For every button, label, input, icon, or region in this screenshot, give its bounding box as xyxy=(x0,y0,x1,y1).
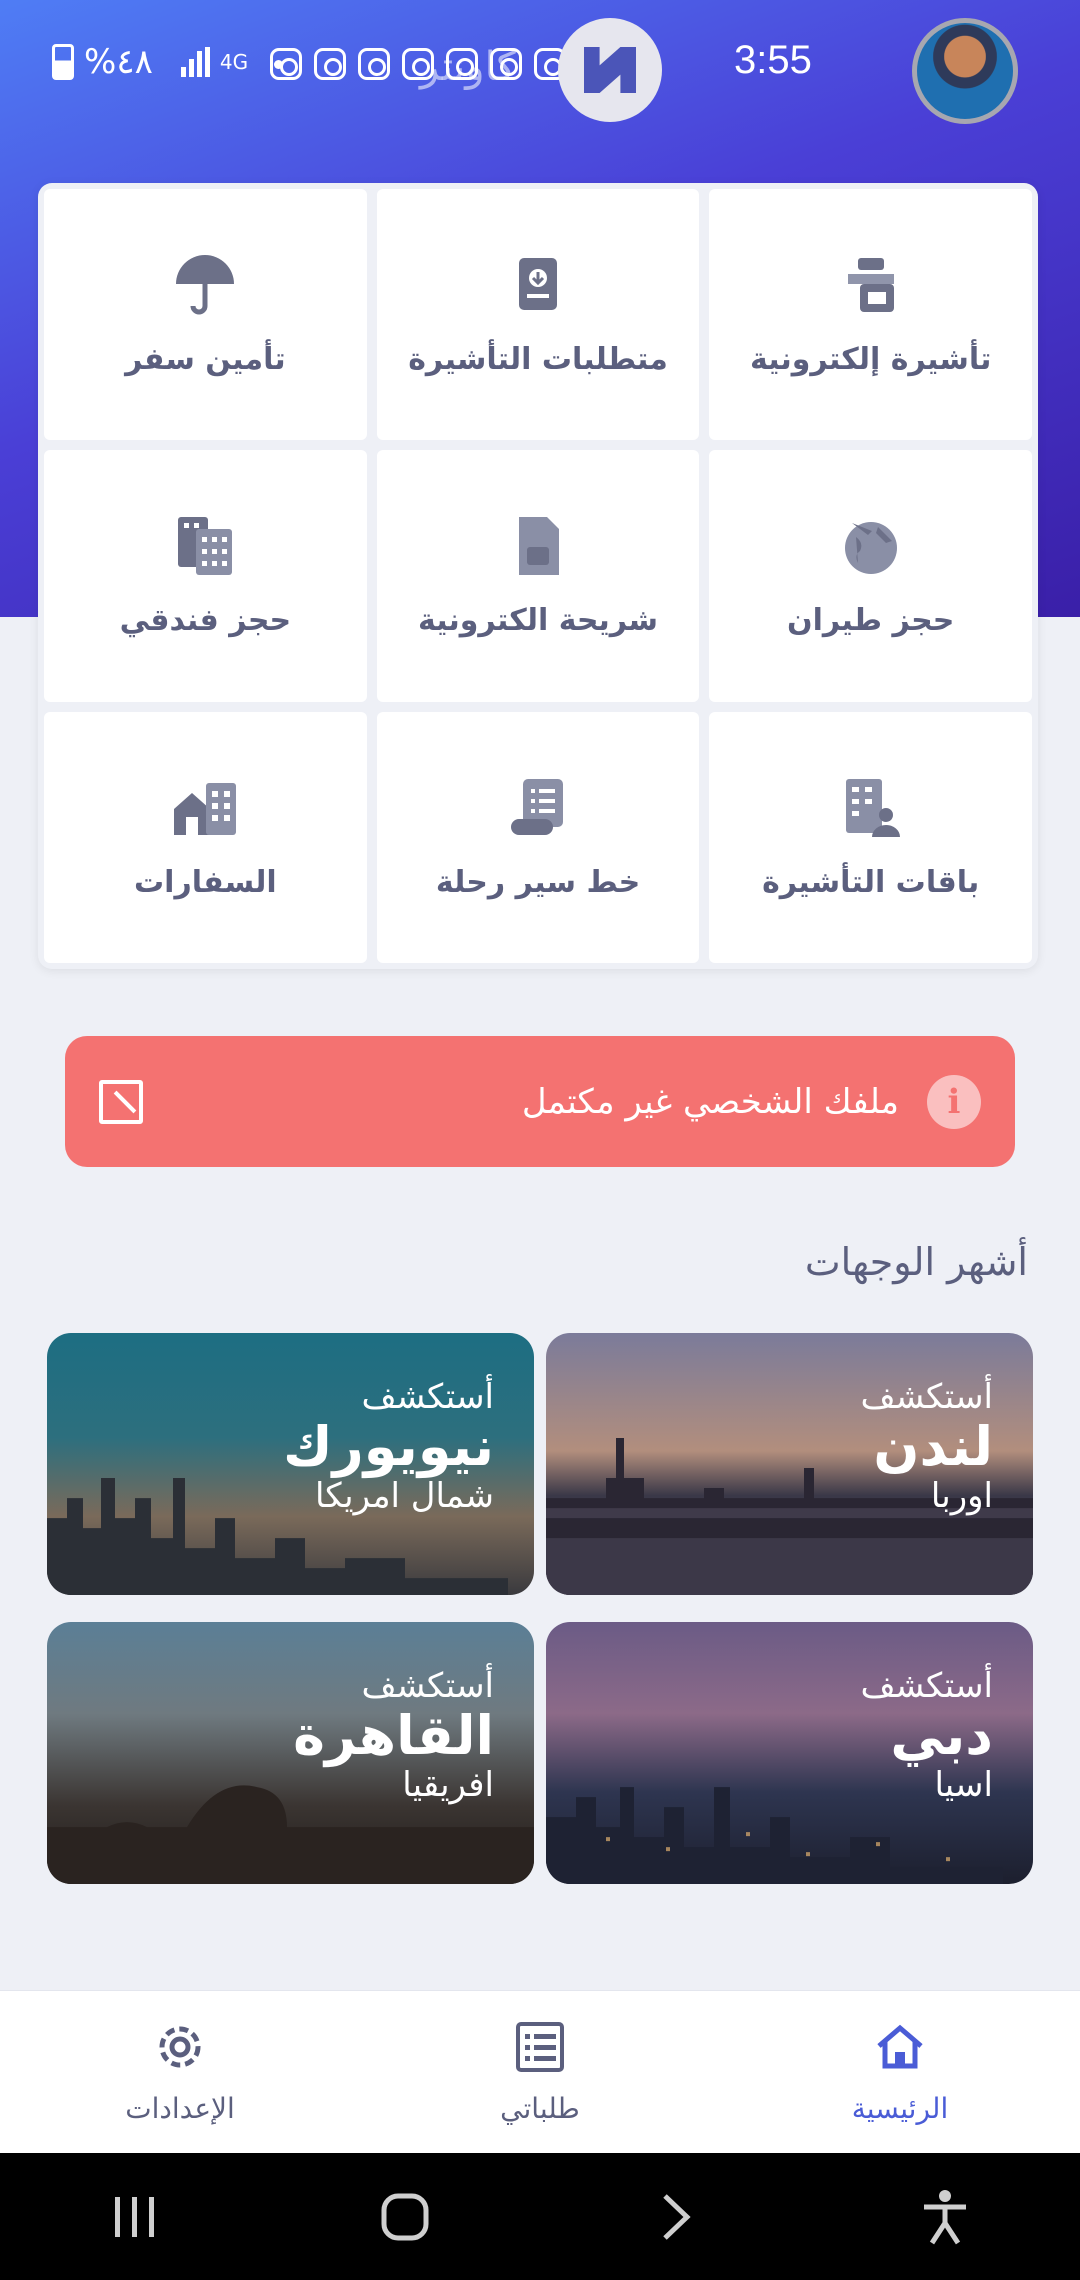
destination-text: أستكشف لندن اوربا xyxy=(546,1377,994,1517)
gear-icon xyxy=(153,2020,207,2074)
nav-requests-label: طلباتي xyxy=(500,2091,580,2125)
sim-card-icon xyxy=(505,513,571,579)
recent-apps-icon[interactable] xyxy=(100,2182,170,2252)
hotel-icon xyxy=(172,513,238,579)
destination-city: دبي xyxy=(890,1704,993,1768)
nav-settings[interactable]: الإعدادات xyxy=(0,1991,360,2153)
destination-card-dubai[interactable]: أستكشف دبي اسيا xyxy=(546,1622,1033,1884)
home-circle-icon[interactable] xyxy=(370,2182,440,2252)
battery-level: %٤٨ xyxy=(84,42,153,82)
service-label: السفارات xyxy=(134,864,277,900)
destination-explore: أستكشف xyxy=(860,1666,994,1706)
status-time: 3:55 xyxy=(734,38,812,82)
destination-region: شمال امريكا xyxy=(314,1476,494,1517)
bottom-navigation: الرئيسية طلباتي الإعدادات xyxy=(0,1990,1080,2153)
destination-city: القاهرة xyxy=(293,1704,494,1768)
info-icon: i xyxy=(927,1074,981,1129)
service-label: تأشيرة إلكترونية xyxy=(750,342,992,378)
section-title-popular: أشهر الوجهات xyxy=(804,1240,1028,1284)
network-type: 4G xyxy=(219,50,249,74)
signal-icon xyxy=(180,47,210,77)
umbrella-icon xyxy=(172,252,238,318)
passport-icon xyxy=(505,252,571,318)
globe-plane-icon xyxy=(838,513,904,579)
service-evisa[interactable]: تأشيرة إلكترونية xyxy=(709,189,1032,441)
service-label: حجز فندقي xyxy=(119,603,292,639)
home-icon xyxy=(873,2020,927,2074)
building-user-icon xyxy=(838,775,904,841)
battery-icon xyxy=(52,44,74,80)
embassy-icon xyxy=(172,775,238,841)
destination-explore: أستكشف xyxy=(860,1377,994,1417)
destination-explore: أستكشف xyxy=(361,1666,495,1706)
service-label: حجز طيران xyxy=(786,603,955,639)
destination-region: اسيا xyxy=(934,1765,993,1806)
service-label: باقات التأشيرة xyxy=(762,864,980,900)
itinerary-icon xyxy=(505,775,571,841)
service-embassies[interactable]: السفارات xyxy=(44,711,367,963)
brand-watermark: كاونتر xyxy=(420,44,516,90)
service-hotel-booking[interactable]: حجز فندقي xyxy=(44,450,367,702)
service-label: خط سير رحلة xyxy=(435,864,641,900)
service-travel-insurance[interactable]: تأمين سفر xyxy=(44,189,367,441)
app-logo[interactable] xyxy=(558,18,662,122)
status-left-group: %٤٨ 4G xyxy=(52,42,248,82)
destination-region: اوربا xyxy=(930,1476,993,1517)
service-flight-booking[interactable]: حجز طيران xyxy=(709,450,1032,702)
service-label: متطلبات التأشيرة xyxy=(408,342,668,378)
service-visa-packages[interactable]: باقات التأشيرة xyxy=(709,711,1032,963)
service-label: تأمين سفر xyxy=(125,342,286,378)
user-avatar[interactable] xyxy=(912,18,1018,124)
nav-settings-label: الإعدادات xyxy=(125,2091,235,2125)
instagram-icon xyxy=(358,48,390,80)
external-link-icon[interactable] xyxy=(99,1079,143,1124)
alert-text: ملفك الشخصي غير مكتمل xyxy=(521,1081,899,1122)
destination-card-london[interactable]: أستكشف لندن اوربا xyxy=(546,1333,1033,1595)
destination-region: افريقيا xyxy=(402,1765,494,1806)
instagram-icon xyxy=(270,48,302,80)
accessibility-icon[interactable] xyxy=(910,2182,980,2252)
destination-text: أستكشف القاهرة افريقيا xyxy=(47,1666,495,1806)
logo-mark-icon xyxy=(584,47,636,93)
visa-officer-icon xyxy=(838,252,904,318)
instagram-icon xyxy=(314,48,346,80)
destination-text: أستكشف دبي اسيا xyxy=(546,1666,994,1806)
back-chevron-icon[interactable] xyxy=(640,2182,710,2252)
service-label: شريحة الكترونية xyxy=(418,603,658,639)
service-visa-requirements[interactable]: متطلبات التأشيرة xyxy=(376,189,700,441)
destination-explore: أستكشف xyxy=(361,1377,495,1417)
system-navigation-bar xyxy=(0,2153,1080,2280)
nav-home[interactable]: الرئيسية xyxy=(720,1991,1080,2153)
nav-home-label: الرئيسية xyxy=(851,2091,949,2125)
nav-requests[interactable]: طلباتي xyxy=(360,1991,720,2153)
destination-city: لندن xyxy=(873,1415,993,1479)
destination-card-cairo[interactable]: أستكشف القاهرة افريقيا xyxy=(47,1622,534,1884)
destination-card-new-york[interactable]: أستكشف نيويورك شمال امريكا xyxy=(47,1333,534,1595)
document-list-icon xyxy=(513,2020,567,2074)
destination-text: أستكشف نيويورك شمال امريكا xyxy=(47,1377,495,1517)
profile-incomplete-alert[interactable]: i ملفك الشخصي غير مكتمل xyxy=(65,1036,1015,1167)
service-esim[interactable]: شريحة الكترونية xyxy=(376,450,700,702)
destination-city: نيويورك xyxy=(283,1415,494,1479)
service-itinerary[interactable]: خط سير رحلة xyxy=(376,711,700,963)
services-grid: تأشيرة إلكترونية متطلبات التأشيرة تأمين … xyxy=(38,183,1038,969)
